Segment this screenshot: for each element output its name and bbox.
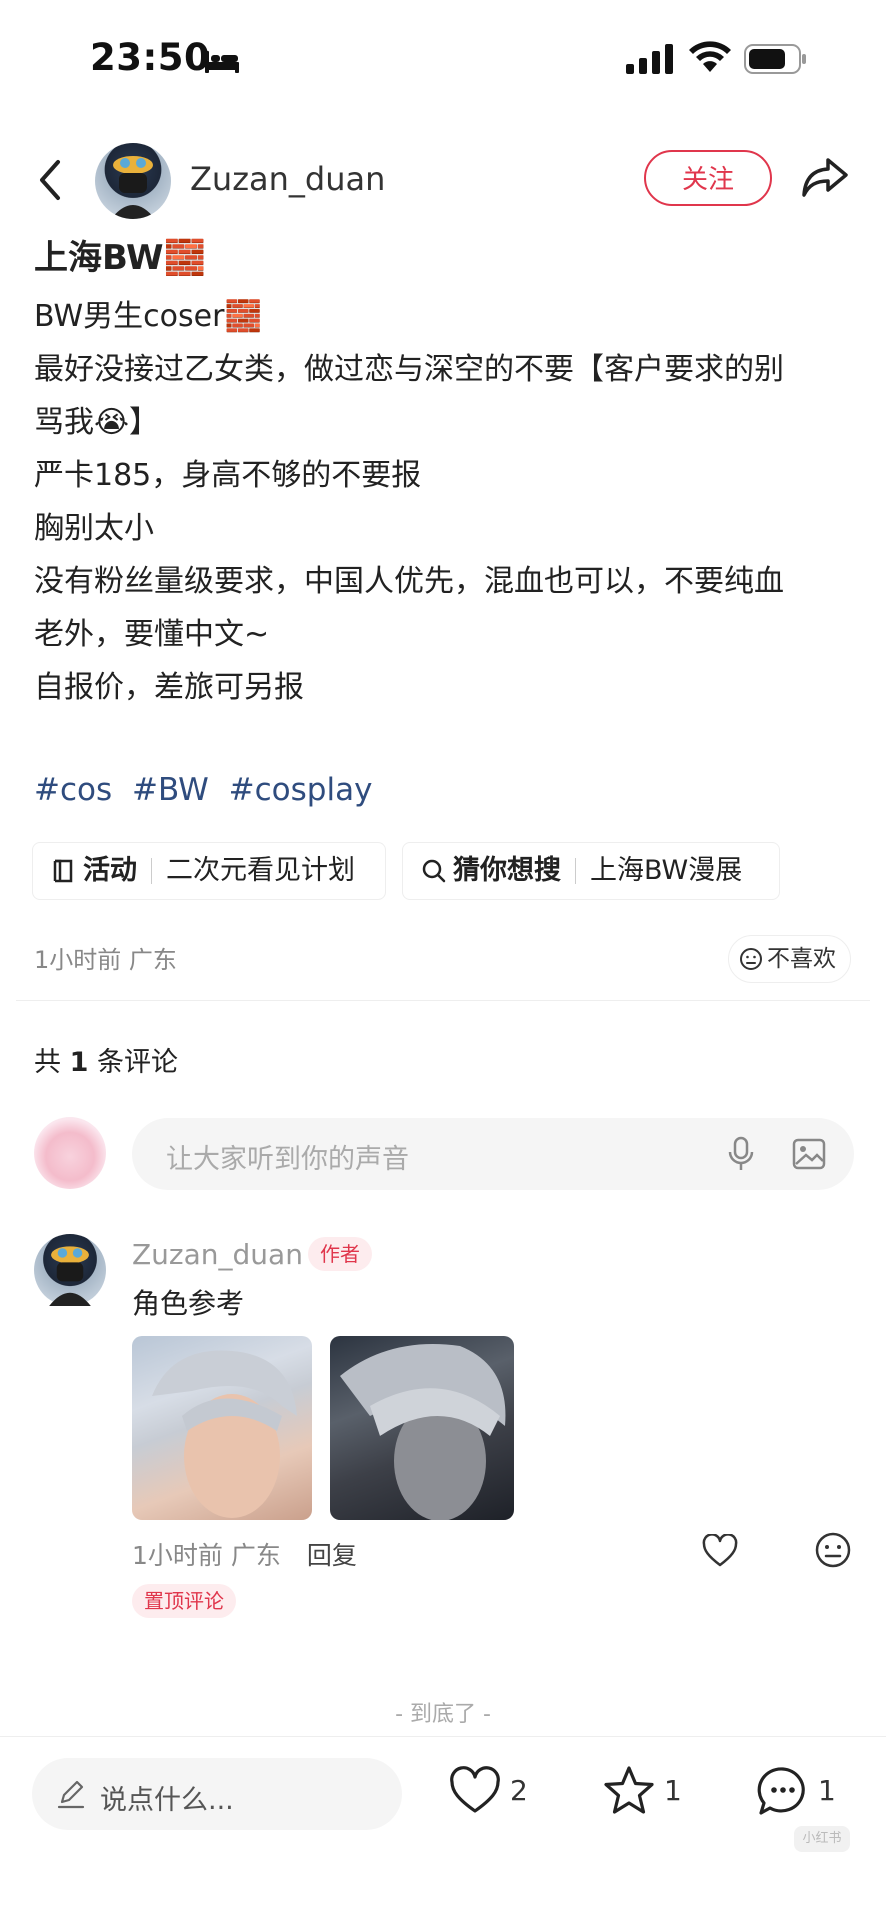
hashtag-link[interactable]: #cosplay — [229, 772, 373, 808]
post-line: 没有粉丝量级要求，中国人优先，混血也可以，不要纯血 — [34, 564, 784, 599]
collect-star-icon[interactable] — [602, 1764, 656, 1818]
battery-icon — [744, 44, 806, 74]
commenter-name[interactable]: Zuzan_duan — [132, 1238, 303, 1271]
dislike-face-icon — [740, 948, 762, 970]
end-of-list: - 到底了 - — [395, 1702, 491, 1727]
author-badge: 作者 — [308, 1237, 372, 1271]
pen-icon — [57, 1780, 85, 1809]
follow-button[interactable]: 关注 — [644, 150, 772, 206]
character-portrait — [340, 1344, 506, 1520]
comment-input[interactable]: 让大家听到你的声音 — [132, 1118, 854, 1190]
reply-button[interactable]: 回复 — [307, 1541, 357, 1570]
post-body: BW男生coser🧱 最好没接过乙女类，做过恋与深空的不要【客户要求的别 骂我😭… — [34, 290, 854, 714]
comment-meta: 1小时前 广东 回复 — [132, 1536, 357, 1572]
comment-text: 角色参考 — [132, 1287, 245, 1320]
character-portrait — [152, 1350, 297, 1518]
post-line: 骂我😭】 — [34, 405, 160, 440]
comment-like-heart-icon[interactable] — [702, 1534, 738, 1568]
dislike-button[interactable]: 不喜欢 — [728, 935, 851, 983]
pinned-comment-badge: 置顶评论 — [132, 1584, 236, 1618]
say-something-input[interactable]: 说点什么... — [32, 1758, 402, 1830]
chip-divider — [575, 858, 576, 884]
post-meta: 1小时前 广东 — [34, 946, 177, 974]
comment-count: 1 — [818, 1774, 836, 1807]
suggested-search-chip[interactable]: 猜你想搜 上海BW漫展 — [402, 842, 780, 900]
commenter-avatar[interactable] — [34, 1234, 106, 1306]
activity-chip[interactable]: 活动 二次元看见计划 — [32, 842, 386, 900]
microphone-icon[interactable] — [726, 1136, 756, 1172]
hashtags: #cos #BW #cosplay — [34, 772, 382, 808]
comments-count: 共 1 条评论 — [34, 1040, 178, 1079]
comment-bubble-icon[interactable] — [756, 1764, 810, 1818]
author-name[interactable]: Zuzan_duan — [190, 160, 385, 198]
xiaohongshu-watermark: 小红书 — [794, 1826, 850, 1852]
post-line: BW男生coser🧱 — [34, 299, 262, 334]
sleep-mode-icon — [205, 51, 239, 73]
current-user-avatar — [34, 1117, 106, 1189]
chip-key: 猜你想搜 — [453, 855, 561, 886]
comments-count-number: 1 — [69, 1047, 89, 1078]
status-time: 23:50 — [90, 36, 211, 79]
comment-input-placeholder: 让大家听到你的声音 — [166, 1144, 409, 1175]
hashtag-link[interactable]: #cos — [34, 772, 112, 808]
avatar-figure-icon — [49, 1246, 91, 1306]
chip-key: 活动 — [83, 855, 137, 886]
chip-value: 二次元看见计划 — [166, 855, 355, 886]
post-line: 老外，要懂中文~ — [34, 617, 270, 652]
comments-count-prefix: 共 — [34, 1047, 70, 1078]
comments-count-suffix: 条评论 — [88, 1047, 178, 1078]
activity-icon — [53, 859, 73, 883]
post-line: 自报价，差旅可另报 — [34, 670, 304, 705]
post-line: 严卡185，身高不够的不要报 — [34, 458, 422, 493]
avatar-figure-icon — [111, 156, 155, 219]
like-count: 2 — [510, 1774, 528, 1807]
collect-count: 1 — [664, 1774, 682, 1807]
section-divider — [16, 1000, 870, 1001]
comment-image-reference-1[interactable] — [132, 1336, 312, 1520]
comment-time-location: 1小时前 广东 — [132, 1541, 281, 1570]
chip-divider — [151, 858, 152, 884]
comment-dislike-icon[interactable] — [814, 1531, 852, 1569]
post-line: 最好没接过乙女类，做过恋与深空的不要【客户要求的别 — [34, 352, 784, 387]
post-line: 胸别太小 — [34, 511, 154, 546]
dislike-label: 不喜欢 — [767, 946, 836, 972]
post-title: 上海BW🧱 — [34, 238, 206, 278]
say-input-placeholder: 说点什么... — [100, 1785, 234, 1816]
cellular-signal-icon — [626, 44, 673, 74]
hashtag-link[interactable]: #BW — [132, 772, 209, 808]
wifi-icon — [689, 41, 731, 72]
share-icon[interactable] — [800, 154, 850, 200]
comment-image-reference-2[interactable] — [330, 1336, 514, 1520]
like-heart-icon[interactable] — [448, 1764, 502, 1818]
author-avatar[interactable] — [95, 143, 171, 219]
search-icon — [422, 859, 446, 883]
image-icon[interactable] — [792, 1138, 826, 1170]
back-arrow-icon[interactable] — [34, 156, 66, 204]
chip-value: 上海BW漫展 — [590, 855, 743, 886]
